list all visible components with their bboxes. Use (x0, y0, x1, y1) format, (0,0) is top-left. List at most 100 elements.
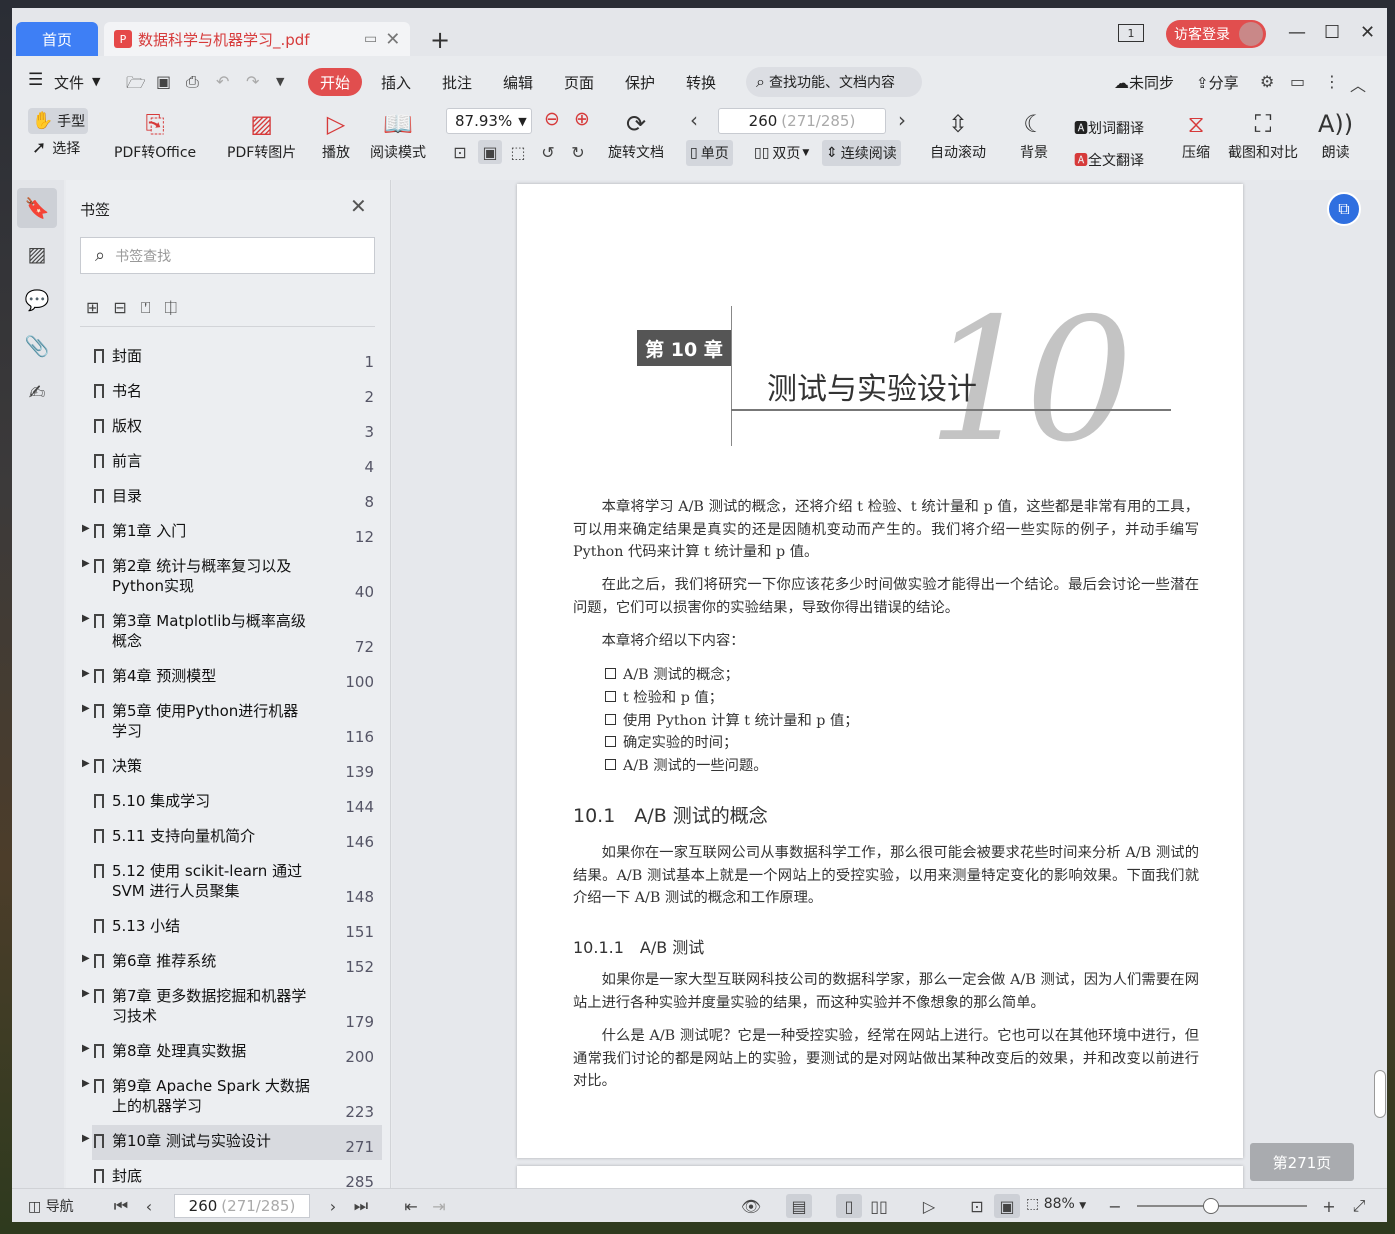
zoom-level-select[interactable]: 87.93% ▼ (446, 108, 532, 134)
expand-arrow-icon[interactable]: ▶ (82, 613, 90, 624)
single-page-button[interactable]: ▯ 单页 (686, 140, 733, 166)
floating-tool-icon[interactable]: ⧉ (1327, 192, 1361, 226)
expand-arrow-icon[interactable]: ▶ (82, 758, 90, 769)
hamburger-icon[interactable]: ☰ (28, 70, 43, 90)
fit-width-icon[interactable]: ⬚ (506, 140, 530, 164)
play-button[interactable]: ▷ 播放 (322, 106, 350, 162)
eye-care-icon[interactable]: 👁 (738, 1194, 764, 1218)
menu-convert[interactable]: 转换 (686, 72, 716, 93)
scrollbar[interactable] (1369, 180, 1387, 1188)
zoom-out-icon[interactable]: − (1102, 1194, 1128, 1218)
collapse-all-icon[interactable]: ⊟ (113, 298, 126, 318)
expand-arrow-icon[interactable]: ▶ (82, 668, 90, 679)
quick-access-more-icon[interactable]: ▼ (276, 75, 284, 88)
bookmark-item[interactable]: ▶ 第7章 更多数据挖掘和机器学习技术 179 (82, 980, 382, 1035)
close-icon[interactable]: ✕ (350, 194, 367, 218)
bookmark-item[interactable]: ▶ 第2章 统计与概率复习以及Python实现 40 (82, 550, 382, 605)
bookmark-item[interactable]: ▶ 第4章 预测模型 100 (82, 660, 382, 695)
bookmark-item[interactable]: 5.13 小结 151 (92, 910, 382, 945)
bookmark-item[interactable]: ▶ 决策 139 (82, 750, 382, 785)
zoom-in-icon[interactable]: ⊕ (574, 108, 590, 130)
feature-search-box[interactable]: ⌕ 查找功能、文档内容 (746, 67, 922, 97)
bookmark-item[interactable]: 5.11 支持向量机简介 146 (92, 820, 382, 855)
close-window-icon[interactable]: ✕ (1360, 22, 1375, 43)
settings-gear-icon[interactable]: ⚙ (1260, 72, 1274, 91)
bookmark-item[interactable]: ▶ 第5章 使用Python进行机器学习 116 (82, 695, 382, 750)
expand-arrow-icon[interactable]: ▶ (82, 953, 90, 964)
actual-size-icon[interactable]: ⊡ (964, 1194, 990, 1218)
expand-arrow-icon[interactable]: ▶ (82, 1078, 90, 1089)
expand-arrow-icon[interactable]: ▶ (82, 558, 90, 569)
bookmark-item[interactable]: 书名 2 (92, 375, 382, 410)
scrollbar-thumb[interactable] (1374, 1070, 1386, 1118)
auto-scroll-button[interactable]: ⇳ 自动滚动 (930, 106, 986, 162)
zoom-slider-handle[interactable] (1203, 1198, 1219, 1214)
fullscreen-icon[interactable]: ⤢ (1346, 1194, 1372, 1218)
add-bookmark-icon[interactable]: ⍞ (141, 298, 151, 318)
zoom-out-icon[interactable]: ⊖ (544, 108, 560, 130)
actual-size-icon[interactable]: ⊡ (448, 140, 472, 164)
pdf-to-image-button[interactable]: ▨ PDF转图片 (227, 106, 296, 162)
save-icon[interactable]: ▣ (156, 72, 171, 91)
bookmark-search-input[interactable]: ⌕ 书签查找 (80, 237, 375, 274)
back-icon[interactable]: ⇤ (398, 1194, 424, 1218)
prev-page-icon[interactable]: ‹ (136, 1194, 162, 1218)
next-page-icon[interactable]: › (320, 1194, 346, 1218)
continuous-read-button[interactable]: ⇕ 连续阅读 (822, 140, 901, 166)
compress-button[interactable]: ⧖ 压缩 (1182, 106, 1210, 162)
sync-status[interactable]: ☁未同步 (1114, 72, 1174, 93)
more-options-icon[interactable]: ⋮ (1324, 72, 1340, 91)
background-button[interactable]: ☾ 背景 (1020, 106, 1048, 162)
tab-document[interactable]: P 数据科学与机器学习_.pdf ▭ ✕ (104, 22, 410, 56)
prev-page-icon[interactable]: ‹ (690, 108, 698, 132)
bookmark-item[interactable]: ▶ 第6章 推荐系统 152 (82, 945, 382, 980)
bookmark-item[interactable]: ▶ 第8章 处理真实数据 200 (82, 1035, 382, 1070)
bookmark-item[interactable]: 版权 3 (92, 410, 382, 445)
guest-login-button[interactable]: 访客登录 (1166, 20, 1266, 48)
bookmark-panel-icon[interactable]: 🔖 (17, 188, 57, 228)
menu-insert[interactable]: 插入 (381, 72, 411, 93)
feedback-icon[interactable]: ▭ (1290, 72, 1305, 91)
new-tab-button[interactable]: + (430, 26, 450, 54)
status-page-input[interactable]: 260 (271/285) (174, 1194, 310, 1218)
forward-icon[interactable]: ⇥ (426, 1194, 452, 1218)
document-viewport[interactable]: 10 第 10 章 测试与实验设计 本章将学习 A/B 测试的概念，还将介绍 t… (392, 180, 1387, 1188)
read-mode-button[interactable]: 📖 阅读模式 (370, 106, 426, 162)
chevron-down-icon[interactable]: ▼ (92, 75, 100, 88)
collapse-ribbon-icon[interactable]: ︿ (1350, 72, 1366, 96)
fit-page-icon[interactable]: ▣ (478, 140, 502, 164)
bookmark-item[interactable]: ▶ 第3章 Matplotlib与概率高级概念 72 (82, 605, 382, 660)
pin-icon[interactable]: ▭ (364, 31, 377, 47)
word-translate-button[interactable]: 🅰划词翻译 (1074, 118, 1144, 138)
bookmark-item[interactable]: 目录 8 (92, 480, 382, 515)
minimize-icon[interactable]: — (1288, 22, 1306, 43)
bookmark-item[interactable]: 5.10 集成学习 144 (92, 785, 382, 820)
menu-edit[interactable]: 编辑 (503, 72, 533, 93)
zoom-in-icon[interactable]: + (1316, 1194, 1342, 1218)
next-page-icon[interactable]: › (898, 108, 906, 132)
menu-page[interactable]: 页面 (564, 72, 594, 93)
signature-panel-icon[interactable]: ✍ (17, 372, 57, 412)
hand-tool-button[interactable]: ✋ 手型 (28, 108, 88, 134)
fit-page-icon[interactable]: ▣ (994, 1194, 1020, 1218)
menu-comment[interactable]: 批注 (442, 72, 472, 93)
screenshot-compare-button[interactable]: ⛶ 截图和对比 (1228, 106, 1298, 162)
menu-protect[interactable]: 保护 (625, 72, 655, 93)
expand-all-icon[interactable]: ⊞ (86, 298, 99, 318)
bookmark-item[interactable]: 5.12 使用 scikit-learn 通过 SVM 进行人员聚集 148 (92, 855, 382, 910)
rotate-right-icon[interactable]: ↻ (566, 140, 590, 164)
page-number-input[interactable]: 260 (271/285) (718, 108, 886, 134)
read-aloud-button[interactable]: A)) 朗读 (1318, 106, 1353, 162)
expand-arrow-icon[interactable]: ▶ (82, 1133, 90, 1144)
double-page-button[interactable]: ▯▯ 双页 ▼ (750, 140, 813, 166)
play-icon[interactable]: ▷ (916, 1194, 942, 1218)
zoom-select[interactable]: ⬚ 88% ▼ (1026, 1196, 1086, 1212)
expand-arrow-icon[interactable]: ▶ (82, 523, 90, 534)
expand-arrow-icon[interactable]: ▶ (82, 1043, 90, 1054)
bookmark-item[interactable]: 前言 4 (92, 445, 382, 480)
pdf-to-office-button[interactable]: ⎘ PDF转Office (114, 106, 196, 162)
menu-file[interactable]: 文件 (54, 72, 84, 93)
undo-icon[interactable]: ↶ (216, 72, 229, 91)
zoom-slider[interactable] (1137, 1205, 1307, 1207)
menu-start[interactable]: 开始 (308, 68, 362, 96)
